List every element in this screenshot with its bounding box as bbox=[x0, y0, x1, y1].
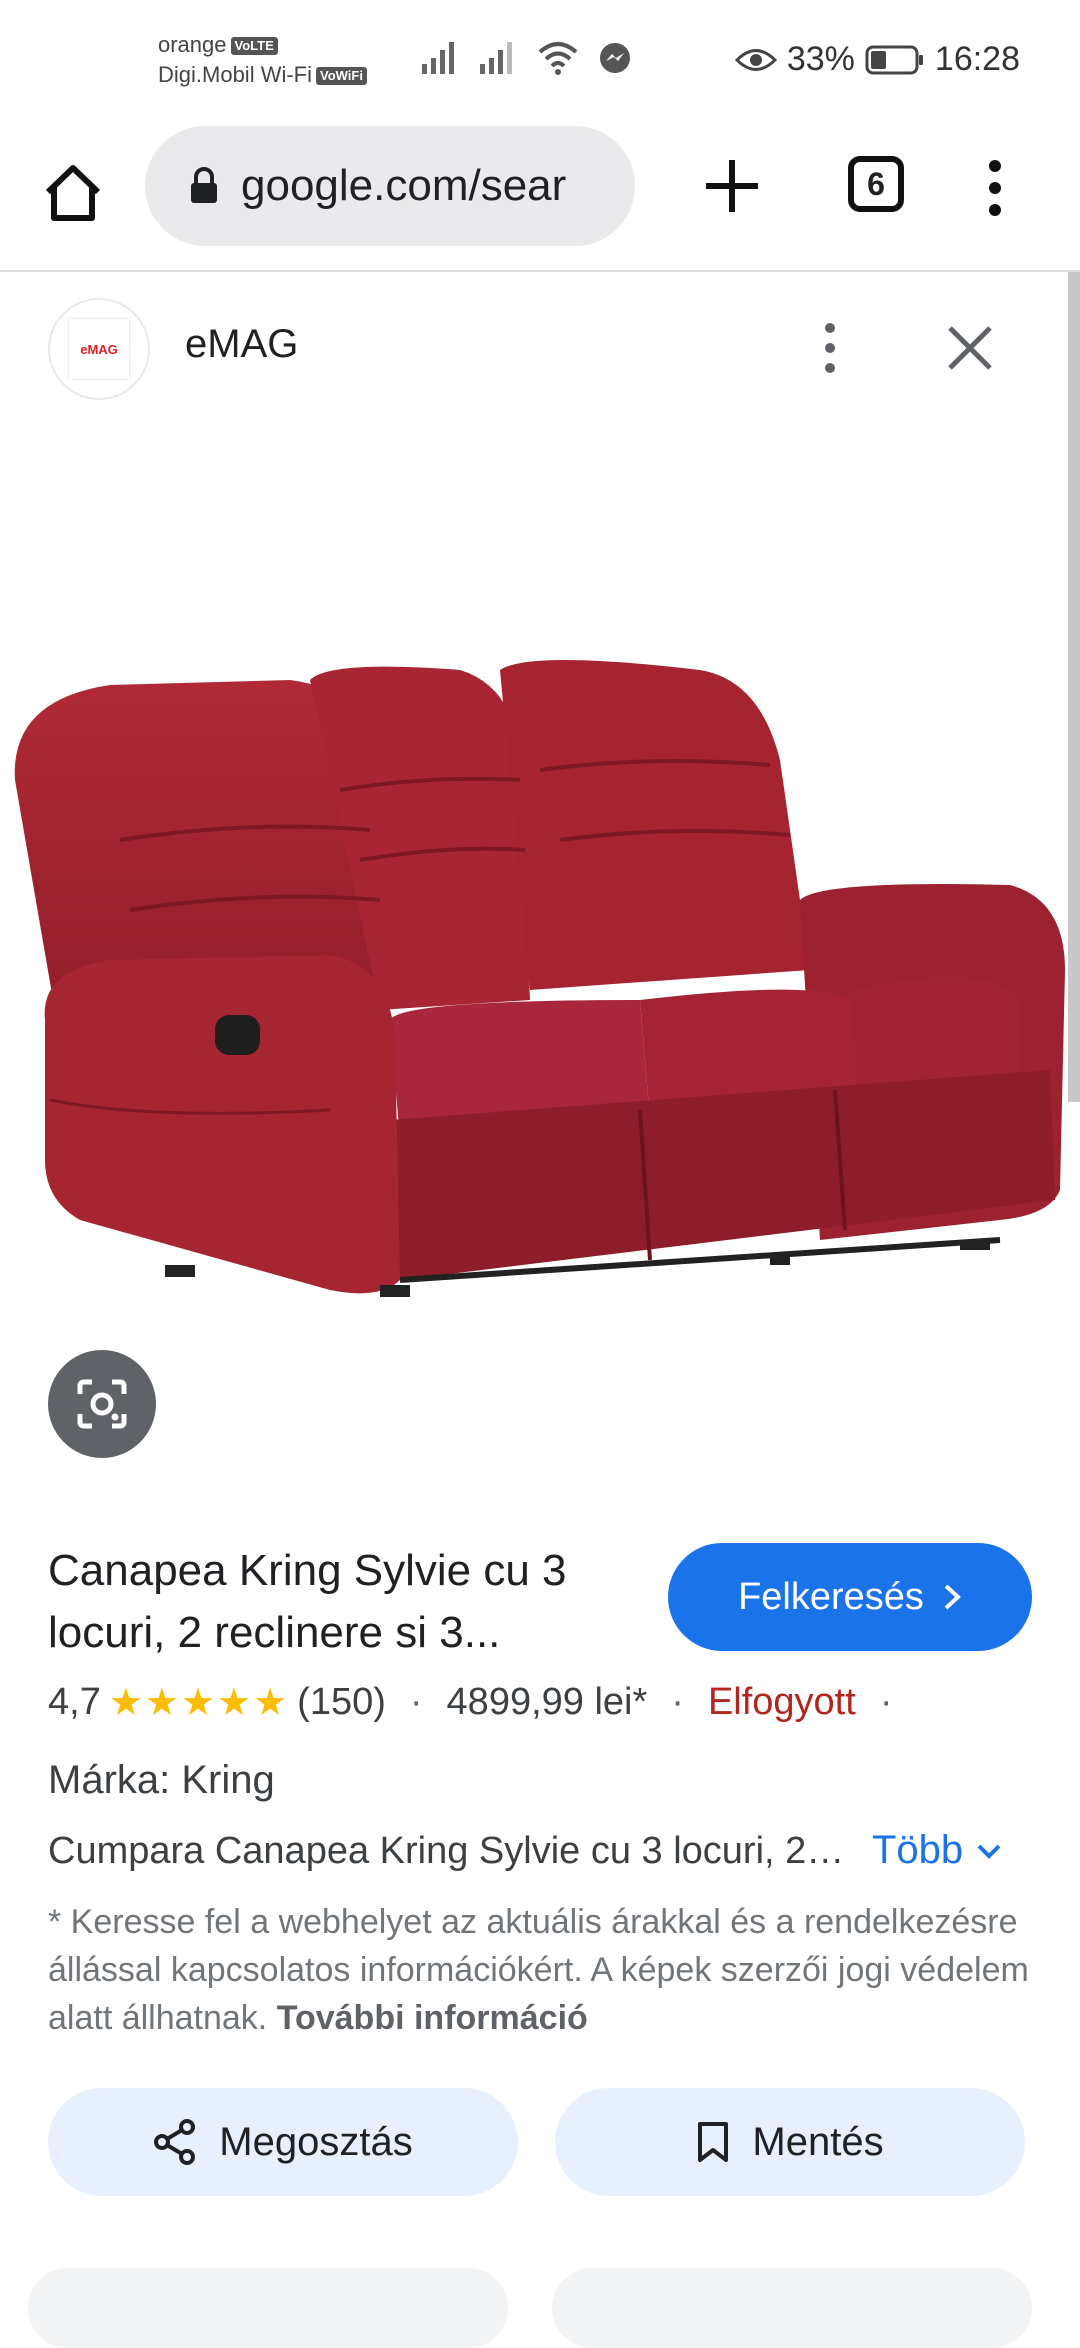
brand-line: Márka: Kring bbox=[48, 1758, 275, 1802]
review-count: (150) bbox=[297, 1681, 386, 1723]
product-description: Cumpara Canapea Kring Sylvie cu 3 locuri… bbox=[48, 1830, 848, 1872]
separator: · bbox=[671, 1681, 684, 1723]
visit-button[interactable]: Felkeresés bbox=[668, 1543, 1032, 1651]
emag-logo: eMAG bbox=[69, 319, 129, 379]
carrier-wifi: Digi.Mobil Wi-Fi bbox=[158, 62, 312, 87]
tab-count: 6 bbox=[867, 165, 885, 202]
share-button[interactable]: Megosztás bbox=[48, 2088, 518, 2196]
source-name[interactable]: eMAG bbox=[185, 322, 298, 367]
product-image[interactable] bbox=[0, 640, 1080, 1340]
save-label: Mentés bbox=[752, 2119, 884, 2164]
share-label: Megosztás bbox=[219, 2119, 413, 2164]
vowifi-badge: VoWiFi bbox=[316, 67, 367, 86]
price: 4899,99 lei* bbox=[446, 1681, 648, 1723]
chevron-down-icon bbox=[977, 1844, 1001, 1859]
save-button[interactable]: Mentés bbox=[555, 2088, 1025, 2196]
separator: · bbox=[879, 1681, 893, 1723]
signal-icon-2 bbox=[480, 42, 512, 74]
lens-icon bbox=[77, 1379, 127, 1429]
disclaimer: * Keresse fel a webhelyet az aktuális ár… bbox=[48, 1898, 1038, 2042]
signal-icons bbox=[420, 40, 632, 76]
more-button[interactable]: Több bbox=[872, 1828, 1003, 1873]
tab-switcher-button[interactable]: 6 bbox=[848, 156, 904, 212]
clock: 16:28 bbox=[934, 40, 1020, 78]
home-icon[interactable] bbox=[40, 160, 106, 226]
separator: · bbox=[409, 1681, 423, 1723]
status-right: 33% 16:28 bbox=[734, 40, 1020, 79]
battery-percent: 33% bbox=[786, 40, 855, 78]
messenger-icon bbox=[600, 43, 630, 73]
battery-icon bbox=[865, 45, 923, 74]
volte-badge: VoLTE bbox=[230, 37, 278, 56]
close-icon[interactable] bbox=[940, 318, 1000, 378]
browser-toolbar: google.com/sear 6 bbox=[0, 120, 1080, 270]
status-bar: orange VoLTE Digi.Mobil Wi-Fi VoWiFi 33% 1… bbox=[0, 0, 1080, 120]
related-card[interactable] bbox=[28, 2268, 508, 2348]
new-tab-icon[interactable] bbox=[700, 154, 764, 218]
rating-value: 4,7 bbox=[48, 1681, 101, 1723]
related-card[interactable] bbox=[552, 2268, 1032, 2348]
google-lens-button[interactable] bbox=[48, 1350, 156, 1458]
url-text: google.com/sear bbox=[241, 161, 567, 210]
rating-stars: ★★★★★ bbox=[108, 1682, 290, 1724]
source-more-icon[interactable] bbox=[810, 318, 850, 378]
more-label: Több bbox=[872, 1828, 964, 1872]
wifi-icon bbox=[538, 42, 578, 75]
carrier-name: orange bbox=[158, 32, 227, 57]
chevron-right-icon bbox=[944, 1584, 961, 1610]
emag-logo-text: eMAG bbox=[80, 341, 118, 357]
more-menu-icon[interactable] bbox=[980, 156, 1010, 220]
address-bar[interactable]: google.com/sear bbox=[145, 126, 635, 246]
source-logo[interactable]: eMAG bbox=[48, 298, 150, 400]
visit-button-label: Felkeresés bbox=[738, 1575, 924, 1618]
product-title[interactable]: Canapea Kring Sylvie cu 3 locuri, 2 recl… bbox=[48, 1540, 628, 1664]
more-info-link[interactable]: További információ bbox=[277, 1999, 588, 2037]
eye-icon bbox=[734, 48, 777, 71]
bookmark-icon bbox=[698, 2122, 729, 2162]
lock-icon bbox=[191, 167, 217, 203]
toolbar-divider bbox=[0, 270, 1080, 272]
signal-icon bbox=[422, 42, 454, 74]
carrier-info: orange VoLTE Digi.Mobil Wi-Fi VoWiFi bbox=[158, 30, 367, 90]
share-icon bbox=[154, 2119, 196, 2165]
product-meta: 4,7 ★★★★★ (150) · 4899,99 lei* · Elfogyo… bbox=[48, 1680, 916, 1725]
stock-status: Elfogyott bbox=[707, 1681, 856, 1723]
